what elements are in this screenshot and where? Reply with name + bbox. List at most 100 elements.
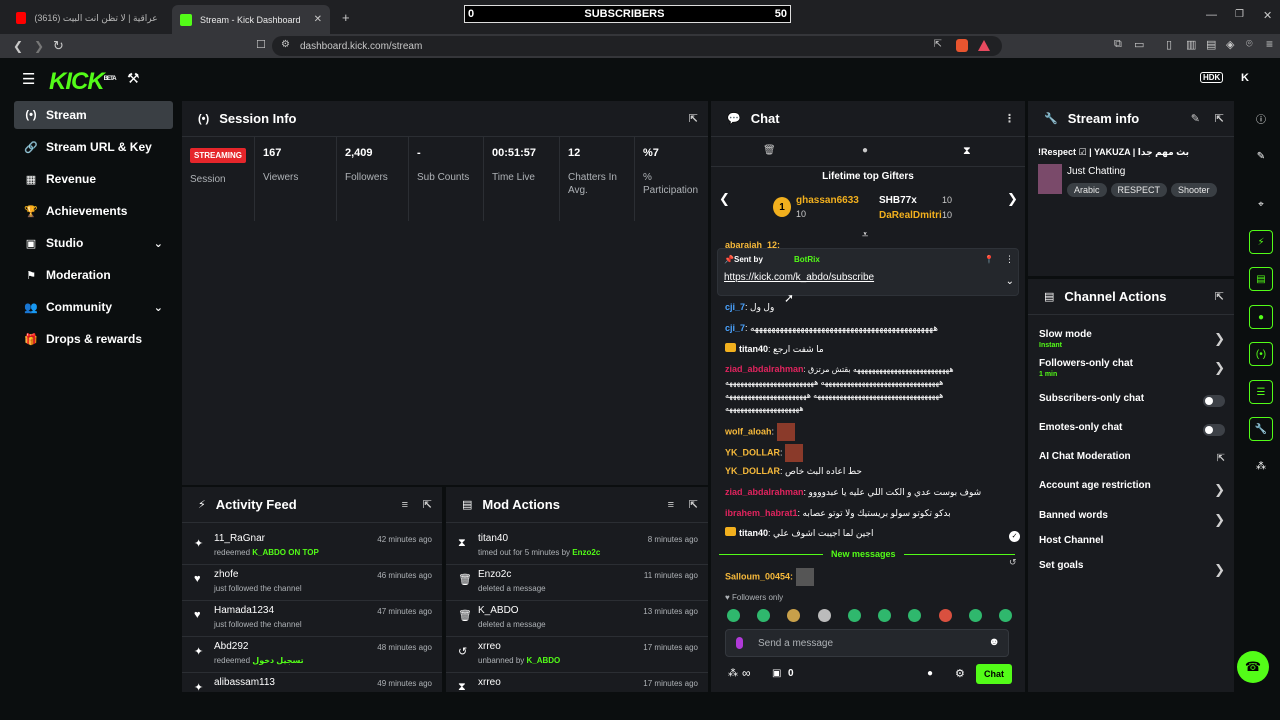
mod-target-user[interactable]: xrreo — [478, 641, 501, 652]
chevron-right-icon[interactable]: ❯ — [1007, 191, 1018, 207]
emote-icon[interactable] — [938, 609, 952, 622]
sidebar-item-community[interactable]: 👥 Community ⌄ — [14, 293, 173, 321]
activity-user[interactable]: 11_RaGnar — [214, 533, 265, 544]
more-options-icon[interactable]: ⋮ — [1005, 254, 1014, 265]
hamburger-menu-icon[interactable]: ☰ — [22, 70, 35, 88]
maximize-icon[interactable]: ❐ — [1235, 9, 1244, 20]
activity-user[interactable]: alibassam113 — [214, 677, 275, 688]
chat-icon[interactable]: ● — [1249, 305, 1273, 329]
rewards-icon[interactable] — [978, 40, 990, 51]
chat-username[interactable]: YK_DOLLAR — [725, 466, 780, 476]
emote-icon[interactable] — [787, 609, 801, 622]
emote-icon[interactable] — [757, 609, 771, 622]
minimize-icon[interactable]: — — [1206, 9, 1217, 21]
back-icon[interactable]: ❮ — [13, 39, 23, 53]
broadcast-icon[interactable]: (•) — [1249, 342, 1273, 366]
sidebar-item-stream[interactable]: (•) Stream — [14, 101, 173, 129]
vpn-icon[interactable]: ⌾ — [1246, 38, 1253, 51]
add-widget-icon[interactable]: ⁂ — [1249, 454, 1273, 478]
forward-icon[interactable]: ❯ — [34, 39, 44, 53]
extensions-icon[interactable]: ⧉ — [1114, 38, 1122, 51]
emote-icon[interactable] — [908, 609, 922, 622]
bookmark-icon[interactable]: ☐ — [256, 38, 266, 51]
history-icon[interactable]: ↺ — [1009, 557, 1017, 568]
collapse-icon[interactable]: ⩡ — [862, 229, 868, 242]
wallet-icon[interactable]: ▤ — [1206, 38, 1216, 51]
hourglass-icon[interactable]: ⧗ — [963, 145, 971, 158]
chevron-left-icon[interactable]: ❮ — [719, 191, 730, 207]
sliders-icon[interactable]: ☰ — [1249, 380, 1273, 404]
lightning-icon[interactable]: ⚡ — [1249, 230, 1273, 254]
chat-username[interactable]: ziad_abdalrahman — [725, 364, 804, 374]
menu-icon[interactable]: ≡ — [1266, 37, 1273, 51]
focus-icon[interactable]: ⌖ — [1249, 192, 1273, 216]
gear-icon[interactable]: ⚙ — [955, 667, 965, 680]
chat-input[interactable]: Send a message ☻ — [725, 629, 1009, 657]
clipboard-icon[interactable]: ▤ — [1249, 267, 1273, 291]
sidebar-item-stream-url-key[interactable]: 🔗 Stream URL & Key — [14, 133, 173, 161]
brave-shield-icon[interactable] — [956, 39, 968, 52]
close-window-icon[interactable]: ✕ — [1263, 9, 1272, 22]
reading-list-icon[interactable]: ▥ — [1186, 38, 1196, 51]
emote-icon[interactable] — [847, 609, 861, 622]
sidebar-item-revenue[interactable]: ▦ Revenue — [14, 165, 173, 193]
popout-icon[interactable]: ⇱ — [1215, 290, 1224, 303]
activity-user[interactable]: Hamada1234 — [214, 605, 274, 616]
browser-tab-youtube[interactable]: (3616) اغاني عراقية | لا تظن انت البيت — [8, 7, 168, 29]
sidebar-toggle-icon[interactable]: ▯ — [1166, 38, 1172, 51]
filter-icon[interactable]: ≡ — [668, 499, 674, 511]
chat-username[interactable]: titan40 — [739, 344, 768, 354]
chat-username[interactable]: YK_DOLLAR — [725, 447, 780, 457]
emote-icon[interactable] — [998, 609, 1012, 622]
mod-target-user[interactable]: K_ABDO — [478, 605, 519, 616]
emote-icon[interactable] — [878, 609, 892, 622]
emotes-only-toggle[interactable] — [1203, 424, 1225, 436]
followers-only-row[interactable]: Followers-only chat 1 min ❯ — [1039, 358, 1229, 388]
reload-icon[interactable]: ↻ — [53, 38, 64, 54]
sidebar-item-drops-rewards[interactable]: 🎁 Drops & rewards — [14, 325, 173, 353]
mod-target-user[interactable]: xrreo — [478, 677, 501, 688]
chat-username[interactable]: Salloum_00454: — [725, 571, 793, 581]
mod-target-user[interactable]: Enzo2c — [478, 569, 511, 580]
chat-settings-bubble-icon[interactable]: ● — [927, 668, 933, 679]
sidebar-item-achievements[interactable]: 🏆 Achievements — [14, 197, 173, 225]
chat-icon[interactable]: ● — [862, 145, 868, 156]
trash-icon[interactable]: 🗑 — [763, 145, 776, 156]
new-tab-button[interactable]: + — [342, 10, 350, 25]
chat-username[interactable]: cji_7 — [725, 302, 745, 312]
hammer-icon[interactable]: ⚒ — [127, 70, 140, 87]
microphone-icon[interactable] — [736, 637, 743, 649]
popout-icon[interactable]: ⇱ — [1215, 112, 1224, 125]
gifter-name[interactable]: SHB77x — [879, 195, 917, 206]
subscribers-only-toggle[interactable] — [1203, 395, 1225, 407]
browser-tab-kick[interactable]: Stream - Kick Dashboard ✕ — [172, 5, 330, 34]
chat-username[interactable]: cji_7 — [725, 323, 745, 333]
close-tab-icon[interactable]: ✕ — [314, 14, 322, 25]
send-chat-button[interactable]: Chat — [976, 664, 1012, 684]
account-age-row[interactable]: Account age restriction ❯ — [1039, 480, 1229, 510]
sidebar-item-moderation[interactable]: ⚑ Moderation — [14, 261, 173, 289]
hdk-badge[interactable]: HDK — [1200, 72, 1224, 83]
popout-icon[interactable]: ⇱ — [689, 498, 698, 511]
unpin-icon[interactable]: 📍 — [984, 255, 994, 264]
filter-icon[interactable]: ≡ — [402, 499, 408, 511]
emoji-picker-icon[interactable]: ☻ — [988, 636, 1000, 648]
pinned-sender[interactable]: BotRix — [794, 255, 820, 264]
sidebar-item-studio[interactable]: ▣ Studio ⌄ — [14, 229, 173, 257]
ai-moderation-row[interactable]: AI Chat Moderation ⇱ — [1039, 451, 1229, 481]
gifter-name[interactable]: ghassan6633 — [796, 195, 859, 206]
emote-icon[interactable] — [817, 609, 831, 622]
emote-icon[interactable] — [968, 609, 982, 622]
slow-mode-row[interactable]: Slow mode Instant ❯ — [1039, 329, 1229, 359]
site-info-icon[interactable]: ⚙ — [281, 39, 290, 50]
wrench-icon[interactable]: 🔧 — [1249, 417, 1273, 441]
popout-icon[interactable]: ⇱ — [689, 112, 698, 125]
edit-icon[interactable]: ✎ — [1191, 112, 1200, 125]
support-chat-button[interactable]: ☎ — [1237, 651, 1269, 683]
emote-icon[interactable] — [727, 609, 740, 622]
user-avatar[interactable]: K — [1241, 72, 1249, 84]
shield-icon[interactable]: ◈ — [1226, 38, 1234, 51]
check-icon[interactable]: ✓ — [1009, 531, 1020, 542]
mod-target-user[interactable]: titan40 — [478, 533, 508, 544]
activity-user[interactable]: zhofe — [214, 569, 238, 580]
